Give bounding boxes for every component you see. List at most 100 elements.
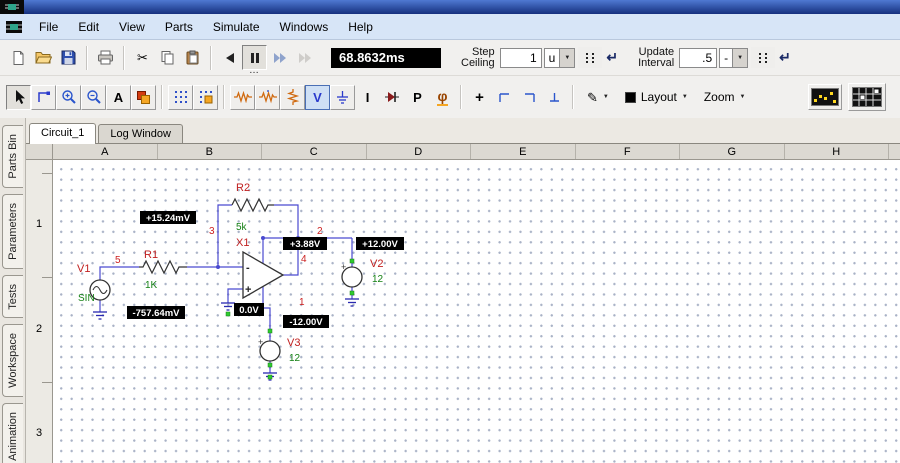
component-x1-opamp[interactable]: - + X1 — [236, 237, 283, 298]
sidebar-tab-workspace[interactable]: Workspace — [2, 324, 23, 397]
column-f: F — [576, 144, 681, 159]
component-v2[interactable]: + V2 12 — [341, 258, 384, 287]
probe-readout-input[interactable]: +15.24mV — [140, 211, 196, 224]
select-tool-button[interactable] — [6, 85, 31, 110]
power-tool-button[interactable]: P — [405, 85, 430, 110]
sidebar-tab-parts-bin[interactable]: Parts Bin — [2, 125, 23, 188]
pause-button[interactable]: … — [242, 45, 267, 70]
schematic-canvas[interactable]: V1 SIN R1 1K — [53, 160, 900, 463]
marker-right-button[interactable] — [517, 85, 542, 110]
probe-source-value: -757.64mV — [132, 308, 180, 319]
fast-forward-button[interactable] — [292, 45, 317, 70]
menu-parts[interactable]: Parts — [156, 16, 202, 38]
left-tab-strip: Parts Bin Parameters Tests Workspace Ani… — [0, 118, 26, 463]
run-step-button[interactable] — [267, 45, 292, 70]
tab-log-window[interactable]: Log Window — [98, 124, 183, 143]
stepper-dots-icon — [584, 52, 596, 64]
color-tool-button[interactable] — [131, 85, 156, 110]
step-ceiling-unit-value: u — [545, 49, 560, 67]
probe-readout-output[interactable]: +3.88V — [283, 237, 327, 250]
pause-icon — [249, 52, 261, 64]
header-corner — [26, 144, 53, 159]
update-interval-stepper[interactable] — [751, 47, 775, 68]
part-shortcut-2-button[interactable] — [255, 85, 280, 110]
open-button[interactable] — [31, 45, 56, 70]
probe-readout-source[interactable]: -757.64mV — [127, 306, 185, 319]
probe-tool-button[interactable]: φ — [430, 85, 455, 110]
menu-windows[interactable]: Windows — [271, 16, 338, 38]
sidebar-tab-parameters[interactable]: Parameters — [2, 194, 23, 269]
sidebar-tab-animation[interactable]: Animation — [2, 403, 23, 463]
component-v1[interactable]: V1 SIN — [77, 263, 110, 304]
ground-v2[interactable] — [345, 299, 359, 306]
layout-dropdown[interactable]: Layout▼ — [617, 86, 696, 108]
app-window: File Edit View Parts Simulate Windows He… — [0, 0, 900, 463]
apply-update-interval-icon[interactable]: ↵ — [779, 49, 791, 66]
component-v3[interactable]: + V3 12 — [258, 337, 301, 364]
title-bar[interactable] — [0, 0, 900, 14]
menu-view[interactable]: View — [110, 16, 154, 38]
diode-tool-button[interactable] — [380, 85, 405, 110]
tab-circuit-1[interactable]: Circuit_1 — [29, 123, 96, 144]
ground-v1[interactable] — [93, 312, 107, 319]
probe-readout-ref[interactable]: 0.0V — [234, 303, 264, 316]
step-ceiling-unit-select[interactable]: u▼ — [544, 48, 576, 68]
stepper-dots-icon — [757, 52, 769, 64]
led-display-button[interactable] — [808, 84, 842, 110]
chevron-down-icon[interactable]: ▼ — [732, 49, 747, 67]
update-interval-input[interactable]: .5 — [679, 48, 717, 68]
ground-tool-button[interactable] — [330, 85, 355, 110]
paste-button[interactable] — [180, 45, 205, 70]
reverse-icon — [224, 52, 236, 64]
copy-button[interactable] — [155, 45, 180, 70]
probe-pen-dropdown[interactable]: ✎▼ — [579, 87, 617, 108]
snap-grid-button[interactable] — [193, 85, 218, 110]
marker-bottom-button[interactable] — [542, 85, 567, 110]
sheet-body: 1 2 3 — [26, 160, 900, 463]
wire-corner-icon — [36, 89, 52, 105]
probe-readout-vminus[interactable]: -12.00V — [283, 315, 329, 328]
add-marker-button[interactable]: + — [467, 85, 492, 110]
voltage-source-tool-button[interactable]: V — [305, 85, 330, 110]
component-r1[interactable]: R1 1K — [139, 249, 187, 291]
menu-simulate[interactable]: Simulate — [204, 16, 269, 38]
node-2-label: 2 — [317, 226, 323, 237]
menu-edit[interactable]: Edit — [69, 16, 108, 38]
part-shortcut-1-button[interactable] — [230, 85, 255, 110]
ground-icon — [335, 90, 350, 105]
marker-top-button[interactable] — [492, 85, 517, 110]
sidebar-tab-tests[interactable]: Tests — [2, 275, 23, 319]
logic-display-button[interactable] — [848, 83, 886, 111]
menu-file[interactable]: File — [30, 16, 67, 38]
ground-opamp-ref[interactable] — [221, 303, 235, 310]
update-interval-unit-select[interactable]: -▼ — [719, 48, 748, 68]
zoom-in-button[interactable] — [56, 85, 81, 110]
text-tool-button[interactable]: A — [106, 85, 131, 110]
save-button[interactable] — [56, 45, 81, 70]
node-5-label: 5 — [115, 255, 121, 266]
layout-color-swatch — [625, 92, 636, 103]
zoom-out-button[interactable] — [81, 85, 106, 110]
component-r2[interactable]: R2 5k — [232, 182, 274, 233]
print-button[interactable] — [93, 45, 118, 70]
r2-name-label: R2 — [236, 182, 250, 194]
wire-tool-button[interactable] — [31, 85, 56, 110]
new-button[interactable] — [6, 45, 31, 70]
probe-readout-vplus[interactable]: +12.00V — [356, 237, 404, 250]
current-tool-button[interactable]: I — [355, 85, 380, 110]
apply-step-ceiling-icon[interactable]: ↵ — [606, 49, 618, 66]
part-shortcut-3-button[interactable] — [280, 85, 305, 110]
grid-button[interactable] — [168, 85, 193, 110]
wires[interactable] — [100, 205, 352, 373]
cut-button[interactable]: ✂ — [130, 45, 155, 70]
run-reverse-button[interactable] — [217, 45, 242, 70]
zoom-dropdown[interactable]: Zoom▼ — [696, 86, 754, 108]
step-ceiling-stepper[interactable] — [578, 47, 602, 68]
color-swatches-icon — [136, 90, 151, 105]
chevron-down-icon[interactable]: ▼ — [559, 49, 574, 67]
content-area: Parts Bin Parameters Tests Workspace Ani… — [0, 118, 900, 463]
update-interval-unit-value: - — [720, 49, 732, 67]
separator — [123, 46, 125, 70]
step-ceiling-input[interactable]: 1 — [500, 48, 542, 68]
menu-help[interactable]: Help — [339, 16, 382, 38]
